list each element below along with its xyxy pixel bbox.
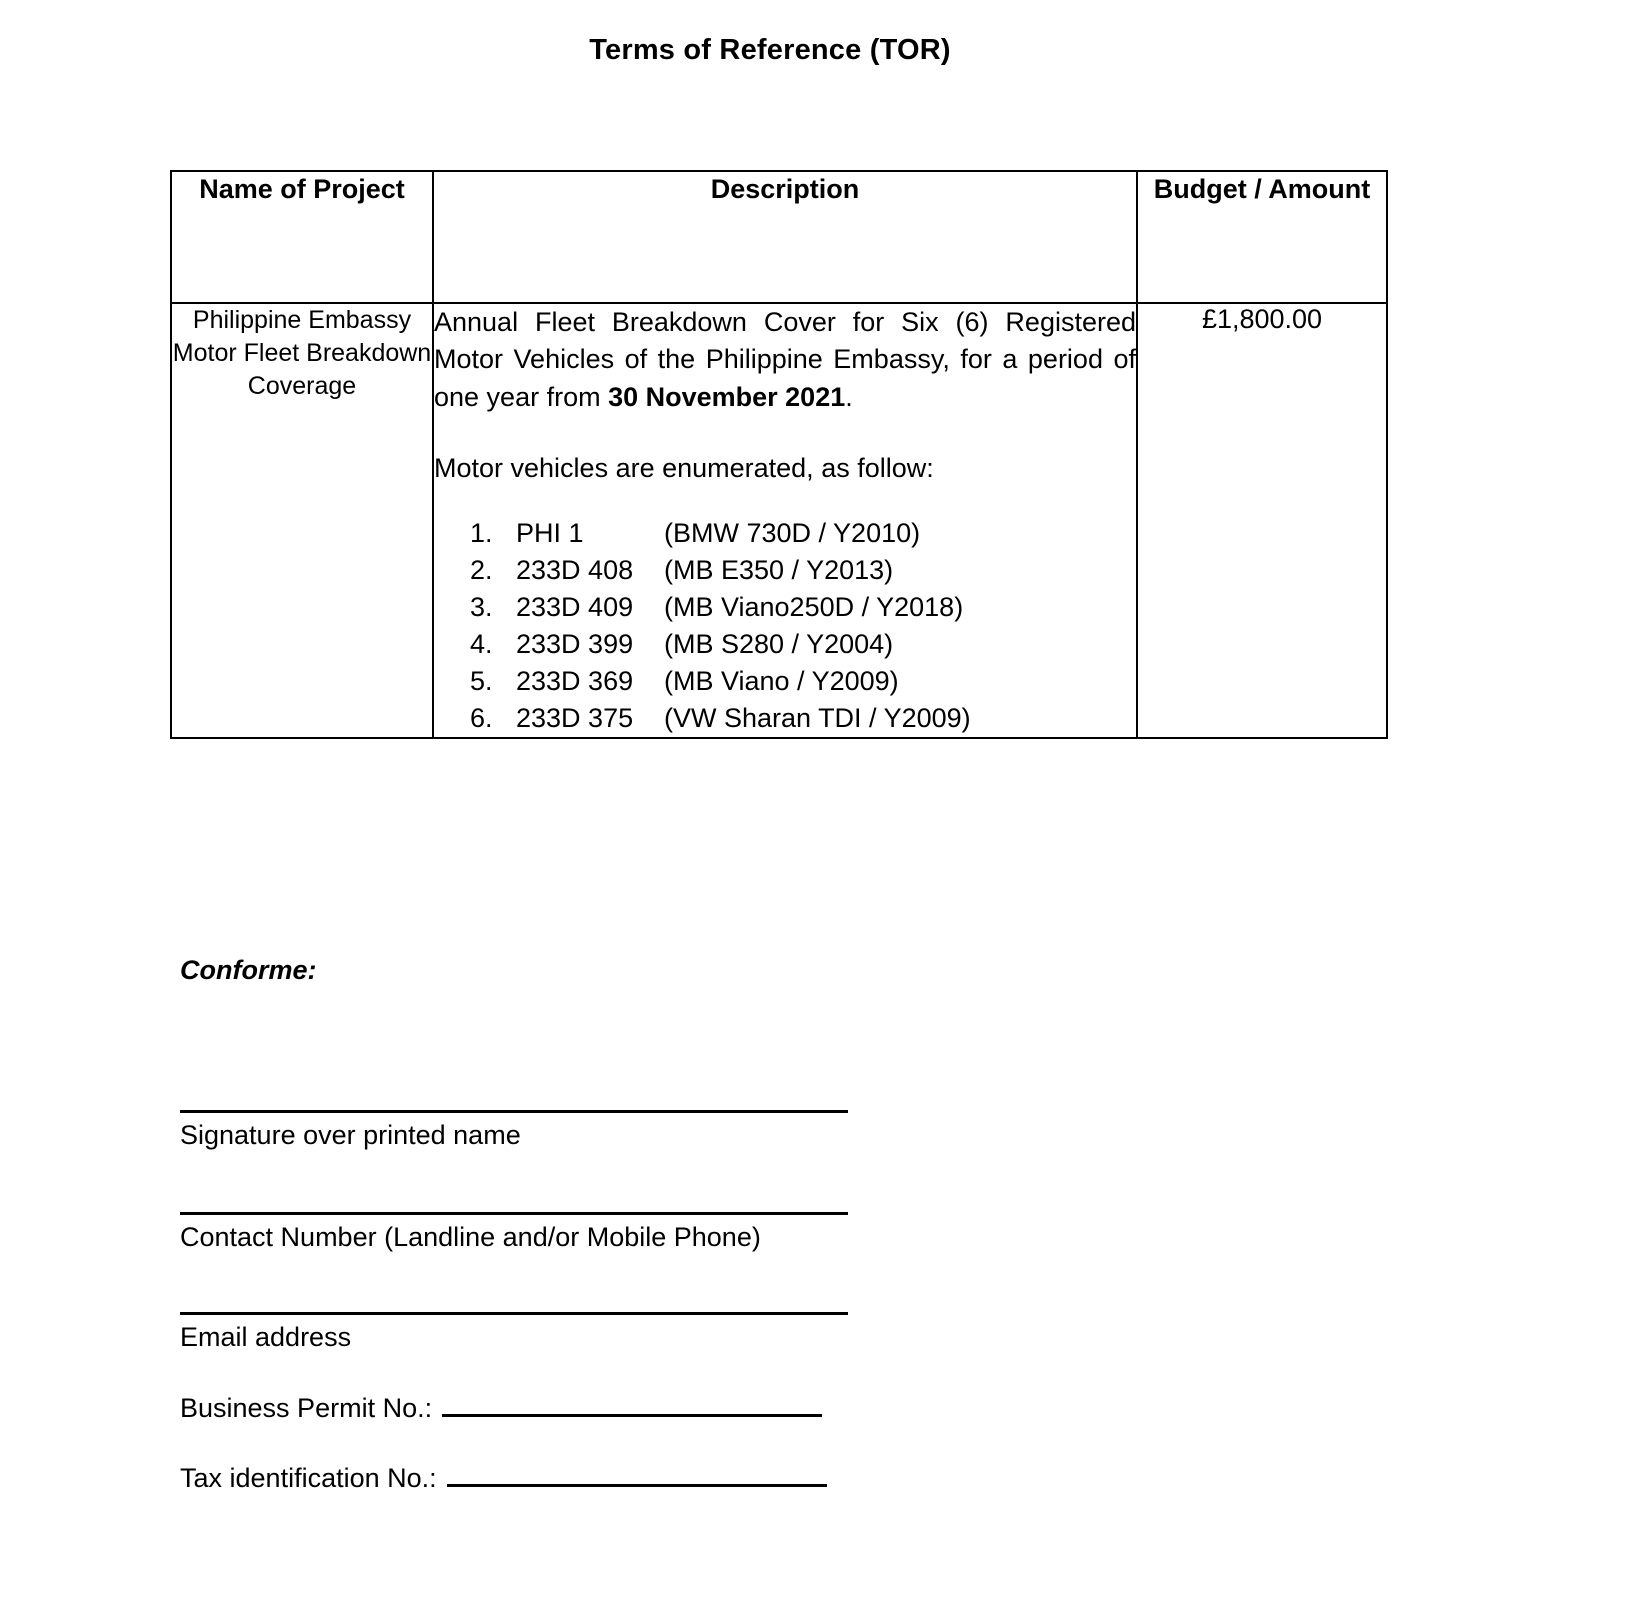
list-item: 233D 409 (MB Viano250D / Y2018) xyxy=(500,589,1136,626)
vehicle-plate: 233D 408 xyxy=(516,554,634,585)
business-permit-label: Business Permit No.: xyxy=(180,1393,433,1423)
vehicle-list-intro: Motor vehicles are enumerated, as follow… xyxy=(434,452,934,483)
contact-label: Contact Number (Landline and/or Mobile P… xyxy=(180,1222,761,1252)
page-title: Terms of Reference (TOR) xyxy=(589,34,951,66)
business-permit-blank[interactable] xyxy=(442,1392,823,1417)
table-row: Philippine Embassy Motor Fleet Breakdown… xyxy=(170,302,1388,739)
cell-budget-amount: £1,800.00 xyxy=(1136,302,1388,739)
vehicle-plate: 233D 369 xyxy=(516,665,634,696)
vehicle-details: (VW Sharan TDI / Y2009) xyxy=(664,702,971,733)
tax-id-label: Tax identification No.: xyxy=(180,1463,437,1493)
vehicle-details: (MB S280 / Y2004) xyxy=(664,628,894,659)
list-item: PHI 1 (BMW 730D / Y2010) xyxy=(500,515,1136,552)
vehicle-details: (MB Viano / Y2009) xyxy=(664,665,899,696)
tor-table: Name of Project Description Budget / Amo… xyxy=(170,170,1388,739)
vehicle-list: PHI 1 (BMW 730D / Y2010) 233D 408 (MB E350… xyxy=(434,515,1136,737)
document-page: Terms of Reference (TOR) Name of Project… xyxy=(0,0,1646,1612)
vehicle-plate: 233D 399 xyxy=(516,628,634,659)
vehicle-plate: 233D 375 xyxy=(516,702,634,733)
header-name-of-project: Name of Project xyxy=(170,170,434,304)
description-paragraph: Annual Fleet Breakdown Cover for Six (6)… xyxy=(434,304,1136,416)
cell-project-name: Philippine Embassy Motor Fleet Breakdown… xyxy=(170,302,434,739)
description-intro-period: . xyxy=(845,381,853,412)
vehicle-details: (MB Viano250D / Y2018) xyxy=(664,591,964,622)
email-field-group: Email address xyxy=(180,1312,1280,1353)
vehicle-details: (BMW 730D / Y2010) xyxy=(664,518,921,548)
business-permit-field-group: Business Permit No.: xyxy=(180,1392,823,1424)
header-budget-amount: Budget / Amount xyxy=(1136,170,1388,304)
tax-id-field-group: Tax identification No.: xyxy=(180,1462,827,1494)
list-item: 233D 369 (MB Viano / Y2009) xyxy=(500,663,1136,700)
vehicle-plate: 233D 409 xyxy=(516,591,634,622)
vehicle-details: (MB E350 / Y2013) xyxy=(664,554,894,585)
list-item: 233D 399 (MB S280 / Y2004) xyxy=(500,626,1136,663)
contact-field-group: Contact Number (Landline and/or Mobile P… xyxy=(180,1212,1280,1253)
tax-id-blank[interactable] xyxy=(446,1462,827,1487)
list-item: 233D 375 (VW Sharan TDI / Y2009) xyxy=(500,700,1136,737)
table-header-row: Name of Project Description Budget / Amo… xyxy=(170,170,1388,304)
email-label: Email address xyxy=(180,1322,352,1352)
conforme-heading: Conforme: xyxy=(180,955,317,985)
vehicle-plate: PHI 1 xyxy=(516,518,584,548)
signature-label: Signature over printed name xyxy=(180,1120,521,1150)
signature-field-group: Signature over printed name xyxy=(180,1110,1280,1151)
description-start-date: 30 November 2021 xyxy=(608,381,846,412)
header-description: Description xyxy=(432,170,1138,304)
cell-description: Annual Fleet Breakdown Cover for Six (6)… xyxy=(432,302,1138,739)
list-item: 233D 408 (MB E350 / Y2013) xyxy=(500,552,1136,589)
